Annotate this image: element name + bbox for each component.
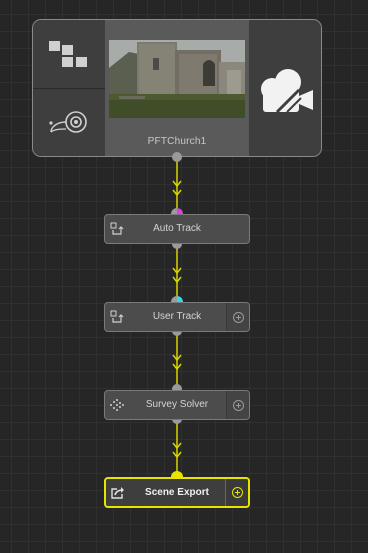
plus-circle-icon <box>232 311 244 323</box>
wire-usertrack-to-surveysolver <box>172 331 182 389</box>
survey-solver-node[interactable]: Survey Solver <box>104 390 250 420</box>
plus-circle-icon <box>232 399 244 411</box>
image-sequence-icon[interactable] <box>49 40 89 70</box>
survey-solver-label: Survey Solver <box>145 399 209 410</box>
clip-thumbnail <box>109 40 245 118</box>
clip-name-label: PFTChurch1 <box>147 136 207 147</box>
scene-export-node[interactable]: Scene Export <box>104 477 250 508</box>
export-icon <box>106 479 130 506</box>
clip-output-port[interactable] <box>172 152 182 162</box>
auto-track-label: Auto Track <box>153 223 201 234</box>
wire-clip-to-autotrack <box>172 157 182 213</box>
scene-export-add-button[interactable] <box>225 479 248 506</box>
lens-target-icon[interactable] <box>47 109 91 139</box>
clip-lens-area <box>33 89 105 156</box>
clip-input-node[interactable]: PFTChurch1 <box>32 19 322 157</box>
clip-preview-panel: PFTChurch1 <box>105 20 249 156</box>
survey-solver-add-button[interactable] <box>226 391 249 419</box>
user-track-add-button[interactable] <box>226 303 249 331</box>
clip-right-panel <box>249 20 321 156</box>
user-track-label: User Track <box>152 311 202 322</box>
user-track-icon <box>105 303 129 331</box>
camera-icon[interactable] <box>257 68 317 114</box>
wire-autotrack-to-usertrack <box>172 245 182 301</box>
wire-surveysolver-to-sceneexport <box>172 419 182 477</box>
scene-export-label: Scene Export <box>145 487 209 498</box>
auto-track-icon <box>105 215 129 243</box>
plus-circle-icon <box>231 487 243 498</box>
clip-left-panel <box>33 20 105 156</box>
clip-frames-area <box>33 20 105 89</box>
auto-track-node[interactable]: Auto Track <box>104 214 250 244</box>
survey-solver-icon <box>105 391 129 419</box>
user-track-node[interactable]: User Track <box>104 302 250 332</box>
